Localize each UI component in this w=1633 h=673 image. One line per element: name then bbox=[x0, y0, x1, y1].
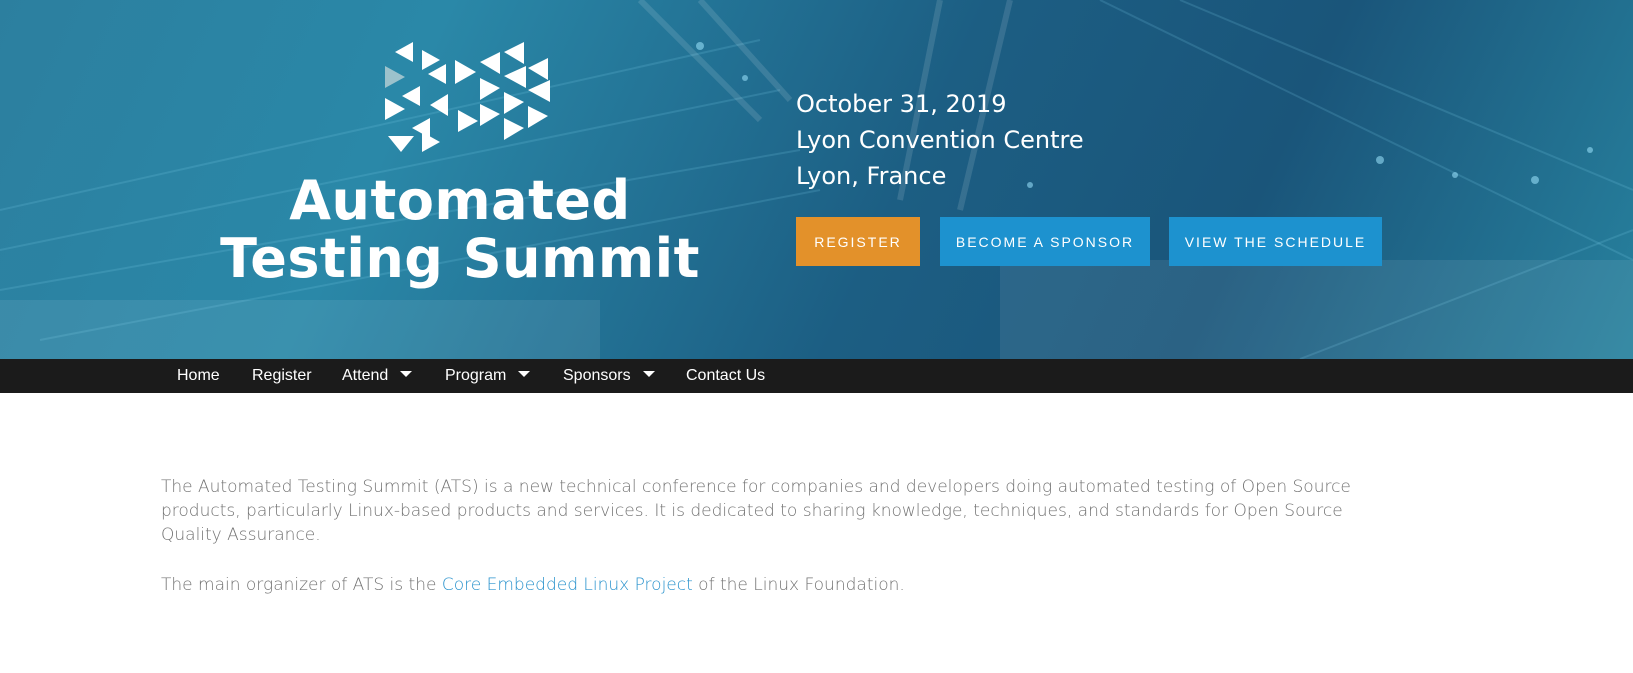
organizer-text-suffix: of the Linux Foundation. bbox=[692, 575, 905, 595]
intro-paragraph: The Automated Testing Summit (ATS) is a … bbox=[161, 477, 1351, 545]
caret-down-icon bbox=[642, 371, 655, 377]
caret-down-icon bbox=[518, 371, 531, 377]
nav-item-label: Home bbox=[177, 367, 220, 384]
site-title-line1: Automated bbox=[289, 169, 631, 232]
caret-down-icon bbox=[400, 371, 413, 377]
nav-item-contact-us[interactable]: Contact Us bbox=[686, 359, 765, 393]
main-navigation: Home Register Attend Program Sponsors Co… bbox=[0, 359, 1633, 393]
site-title: Automated Testing Summit bbox=[210, 172, 710, 288]
nav-item-label: Sponsors bbox=[563, 367, 631, 384]
event-city: Lyon, France bbox=[796, 162, 947, 190]
nav-item-program[interactable]: Program bbox=[445, 359, 531, 393]
nav-item-attend[interactable]: Attend bbox=[342, 359, 413, 393]
event-date: October 31, 2019 bbox=[796, 90, 1007, 118]
nav-item-label: Program bbox=[445, 367, 507, 384]
hero-banner: Automated Testing Summit October 31, 201… bbox=[0, 0, 1633, 359]
event-venue: Lyon Convention Centre bbox=[796, 126, 1084, 154]
nav-item-home[interactable]: Home bbox=[177, 359, 220, 393]
organizer-text-prefix: The main organizer of ATS is the bbox=[161, 575, 442, 595]
main-content: The Automated Testing Summit (ATS) is a … bbox=[161, 475, 1391, 597]
nav-item-sponsors[interactable]: Sponsors bbox=[563, 359, 655, 393]
triangle-logo-icon bbox=[385, 42, 550, 152]
view-schedule-button[interactable]: VIEW THE SCHEDULE bbox=[1169, 217, 1382, 266]
organizer-paragraph: The main organizer of ATS is the Core Em… bbox=[161, 573, 1391, 597]
nav-item-register[interactable]: Register bbox=[252, 359, 312, 393]
become-sponsor-button[interactable]: BECOME A SPONSOR bbox=[940, 217, 1150, 266]
nav-item-label: Attend bbox=[342, 367, 389, 384]
event-details: October 31, 2019 Lyon Convention Centre … bbox=[796, 86, 1084, 194]
nav-item-label: Register bbox=[252, 367, 312, 384]
core-embedded-linux-project-link[interactable]: Core Embedded Linux Project bbox=[442, 575, 693, 595]
nav-item-label: Contact Us bbox=[686, 367, 766, 384]
register-button[interactable]: REGISTER bbox=[796, 217, 920, 266]
site-title-line2: Testing Summit bbox=[220, 227, 700, 290]
